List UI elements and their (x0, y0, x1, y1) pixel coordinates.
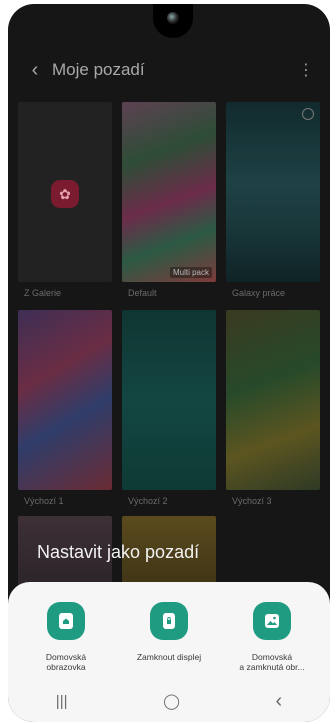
option-home-and-lock-screen[interactable]: Domovská a zamknutá obr... (224, 602, 320, 672)
wallpaper-caption: Z Galerie (24, 288, 62, 298)
option-label: Domovská obrazovka (45, 652, 87, 672)
wallpaper-caption: Default (128, 288, 157, 298)
option-label: Zamknout displej (136, 652, 202, 662)
set-as-wallpaper-heading: Nastavit jako pozadí (37, 542, 200, 562)
wallpaper-tile-vychozi-1[interactable] (18, 310, 112, 490)
app-header: ‹ Moje pozadí ⋮ (8, 50, 330, 90)
image-icon[interactable] (253, 602, 291, 640)
wallpaper-tile-galaxy[interactable] (226, 102, 320, 282)
page-title: Moje pozadí (52, 60, 145, 79)
option-label: Domovská a zamknutá obr... (239, 652, 305, 672)
more-options-icon[interactable]: ⋮ (298, 60, 314, 80)
camera-notch (153, 4, 193, 38)
wallpaper-tile-vychozi-3[interactable] (226, 310, 320, 490)
recent-apps-icon[interactable]: ||| (56, 693, 68, 710)
back-button-icon[interactable]: ‹ (276, 690, 283, 713)
wallpaper-caption: Výchozí 1 (24, 496, 64, 506)
set-wallpaper-sheet: Domovská obrazovka Zamknout displej Domo… (8, 582, 330, 722)
wallpaper-caption: Výchozí 2 (128, 496, 168, 506)
multi-pack-badge: Multi pack (169, 267, 212, 278)
option-home-screen[interactable]: Domovská obrazovka (18, 602, 114, 672)
wallpaper-caption: Galaxy práce (232, 288, 286, 298)
wallpaper-caption: Výchozí 3 (232, 496, 272, 506)
back-arrow-icon[interactable]: ‹ (18, 59, 52, 82)
wallpaper-tile-gallery[interactable]: ✿ (18, 102, 112, 282)
lock-screen-icon[interactable] (150, 602, 188, 640)
phone-screen: ‹ Moje pozadí ⋮ ✿ Z Galerie Multi pack D… (8, 4, 330, 722)
camera-icon (167, 12, 179, 24)
info-icon (302, 108, 314, 120)
wallpaper-tile-default[interactable]: Multi pack (122, 102, 216, 282)
wallpaper-tile-vychozi-2[interactable] (122, 310, 216, 490)
gallery-icon: ✿ (51, 180, 79, 208)
option-lock-screen[interactable]: Zamknout displej (121, 602, 217, 662)
navigation-bar: ||| ◯ ‹ (8, 680, 330, 722)
home-button-icon[interactable]: ◯ (163, 692, 180, 710)
home-screen-icon[interactable] (47, 602, 85, 640)
